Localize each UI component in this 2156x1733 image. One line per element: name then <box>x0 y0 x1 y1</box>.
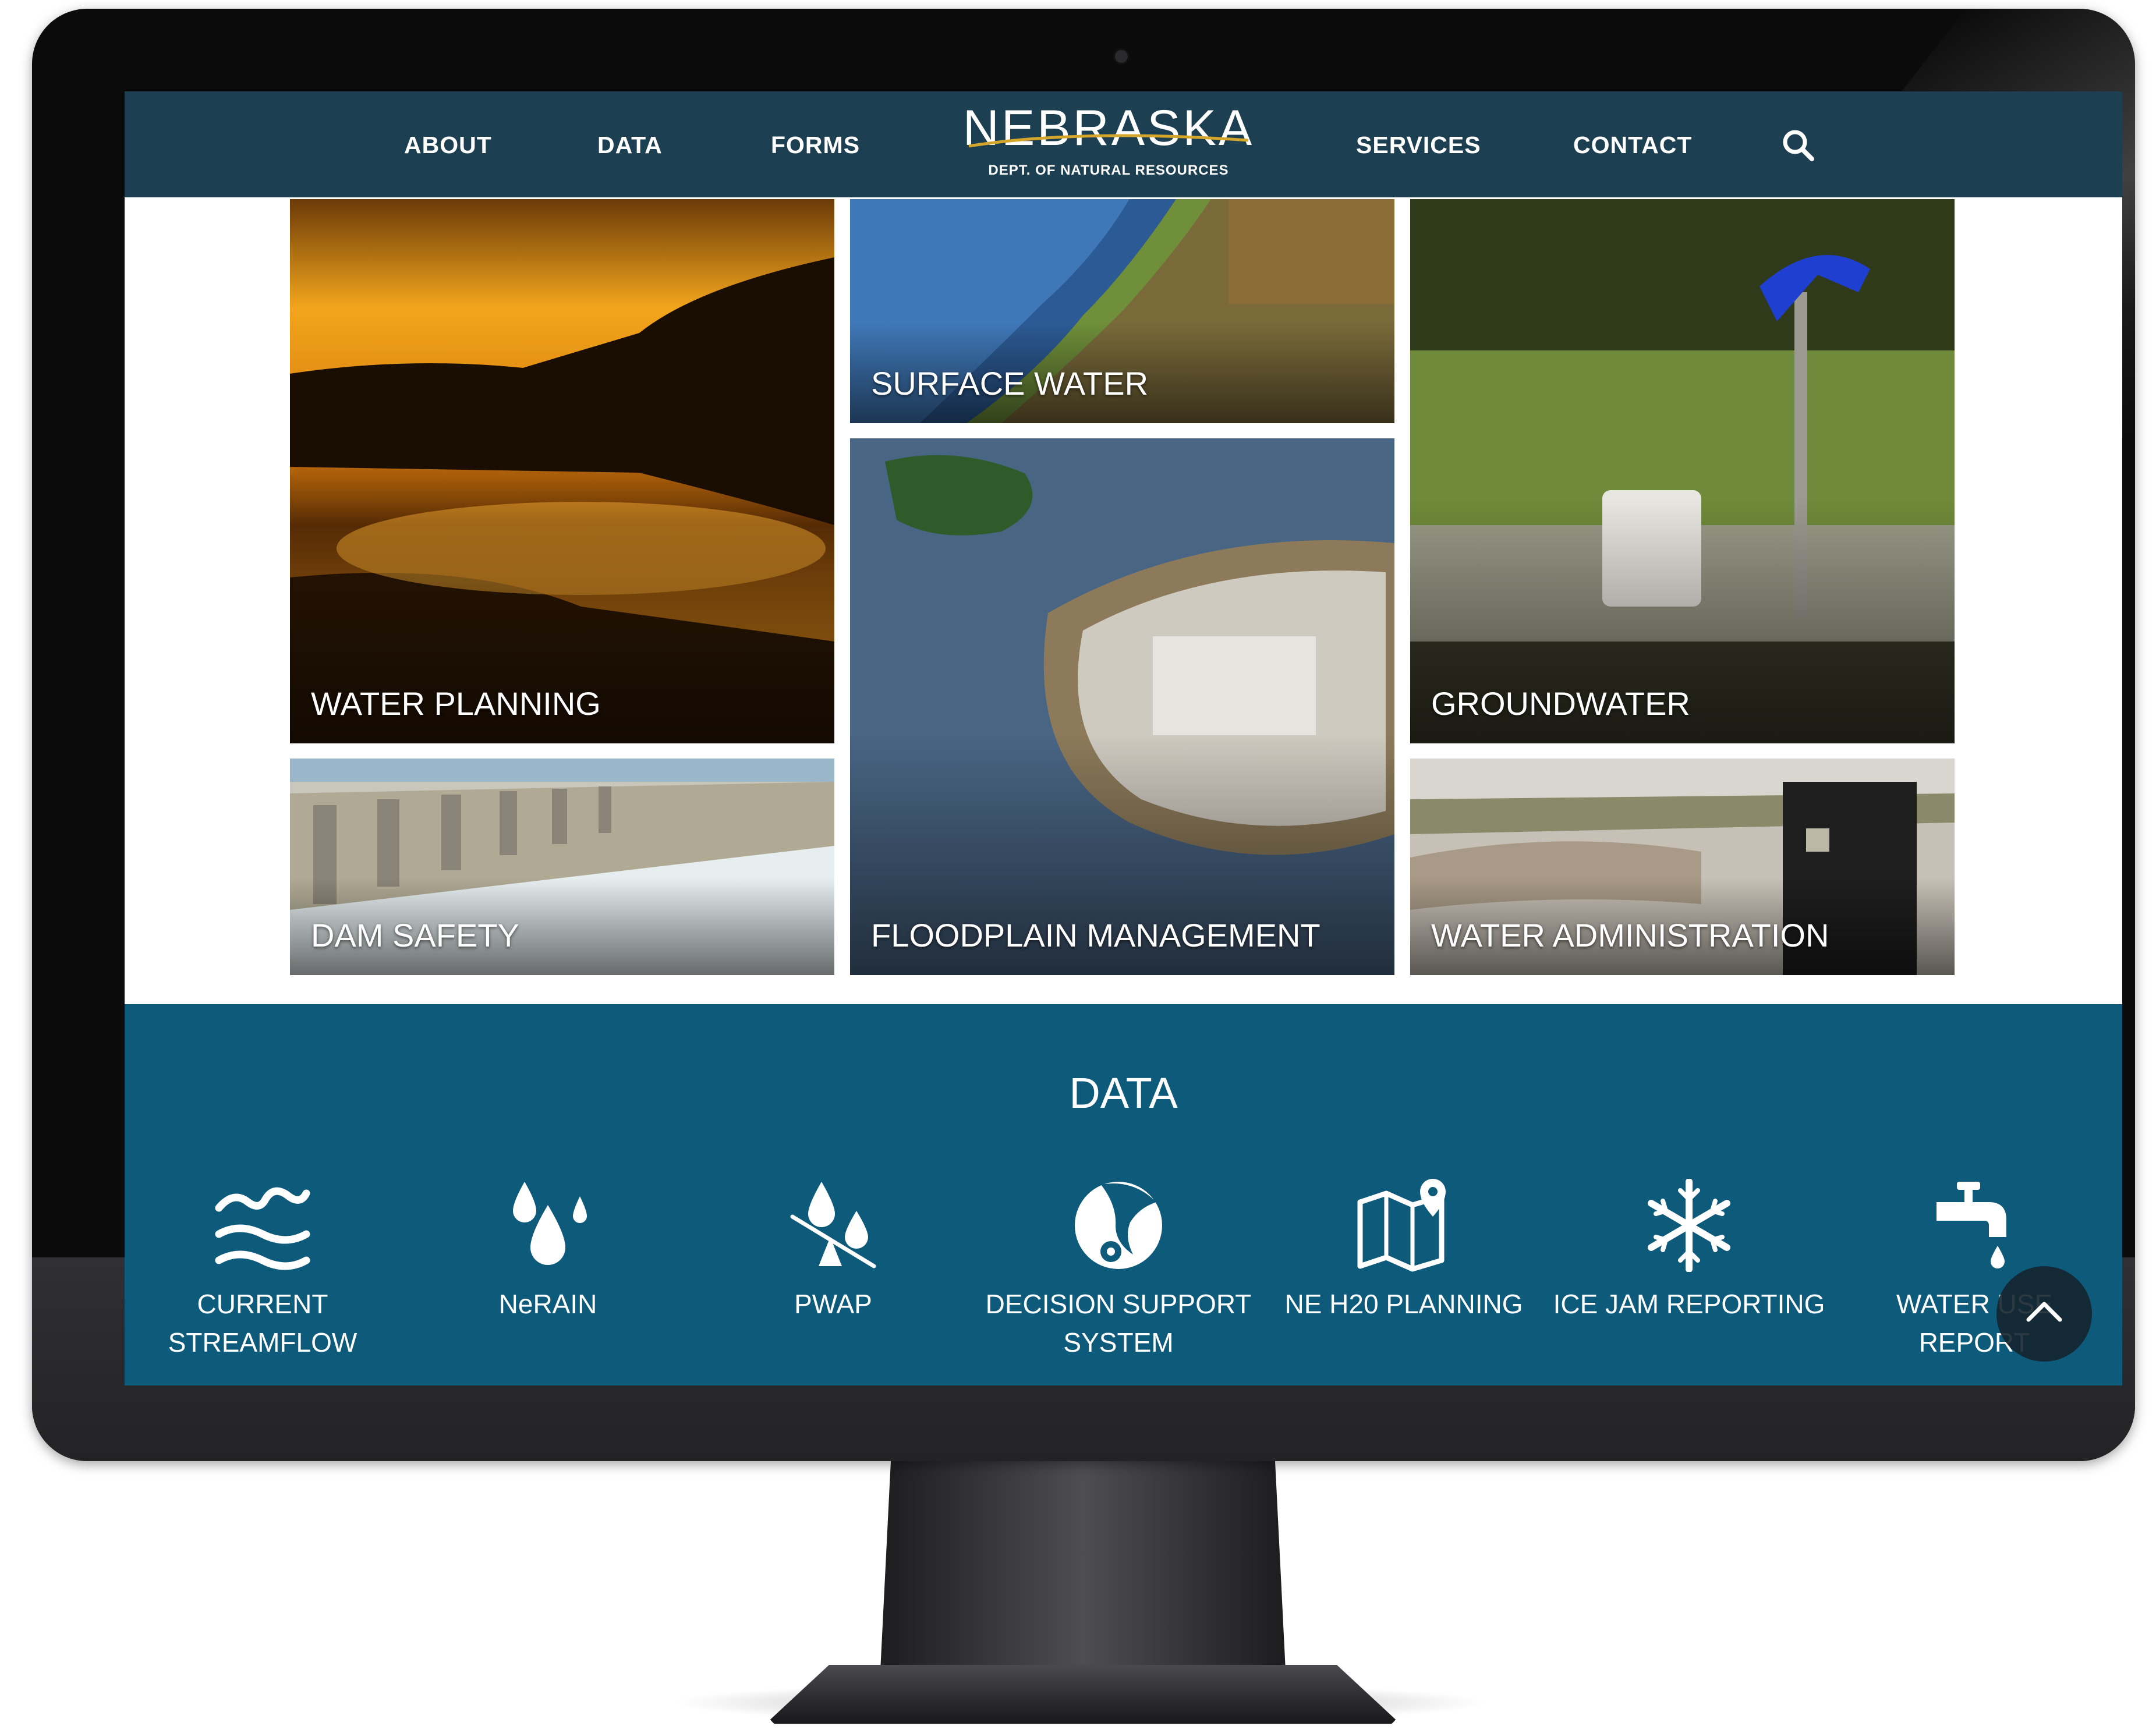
tile-label: DAM SAFETY <box>311 917 519 954</box>
data-section-title: DATA <box>1069 1069 1178 1117</box>
data-link-label: CURRENT STREAMFLOW <box>168 1289 357 1358</box>
drops-balance-icon <box>790 1182 876 1268</box>
nav-about[interactable]: ABOUT <box>404 127 492 162</box>
data-link-label: NE H20 PLANNING <box>1284 1289 1523 1319</box>
tile-label: FLOODPLAIN MANAGEMENT <box>871 917 1320 954</box>
river-map-pin-icon <box>1075 1182 1162 1269</box>
snowflake-icon <box>1648 1179 1730 1272</box>
nav-data[interactable]: DATA <box>597 127 663 162</box>
browser-viewport: ABOUT DATA FORMS NEBRASKA DEPT. OF NATUR… <box>125 91 2122 1385</box>
data-link-decision-support-system[interactable]: DECISION SUPPORT SYSTEM <box>982 1179 1255 1362</box>
data-link-label: PWAP <box>794 1289 872 1319</box>
nav-forms[interactable]: FORMS <box>771 127 860 162</box>
nebraska-dnr-logo[interactable]: NEBRASKA DEPT. OF NATURAL RESOURCES <box>957 100 1260 187</box>
tile-label: WATER ADMINISTRATION <box>1431 917 1829 954</box>
data-link-label: ICE JAM REPORTING <box>1553 1289 1825 1319</box>
data-link-ne-h20-planning[interactable]: NE H20 PLANNING <box>1267 1179 1541 1323</box>
data-link-label: NeRAIN <box>498 1289 597 1319</box>
logo-subtitle: DEPT. OF NATURAL RESOURCES <box>988 162 1229 178</box>
data-link-label: DECISION SUPPORT SYSTEM <box>985 1289 1252 1358</box>
tile-water-planning[interactable]: WATER PLANNING <box>290 199 834 743</box>
logo-swoosh <box>968 134 1249 148</box>
monitor-frame: ABOUT DATA FORMS NEBRASKA DEPT. OF NATUR… <box>32 9 2135 1461</box>
tile-label: WATER PLANNING <box>311 685 601 722</box>
water-waves-icon <box>215 1187 310 1270</box>
faucet-icon <box>1936 1182 2006 1268</box>
tile-surface-water[interactable]: SURFACE WATER <box>850 199 1394 423</box>
data-section: DATA CURRENT STREAMFLOW NeRAIN PWAP DECI… <box>125 1004 2122 1385</box>
scroll-to-top-button[interactable] <box>1996 1266 2092 1362</box>
folded-map-pin-icon <box>1357 1179 1446 1272</box>
tile-dam-safety[interactable]: DAM SAFETY <box>290 759 834 975</box>
search-icon <box>1783 130 1814 161</box>
monitor-stand-neck <box>879 1450 1287 1694</box>
webcam <box>1113 48 1130 65</box>
nav-services[interactable]: SERVICES <box>1356 127 1481 162</box>
monitor-stand-base <box>766 1665 1400 1724</box>
data-link-ice-jam-reporting[interactable]: ICE JAM REPORTING <box>1552 1179 1826 1323</box>
chevron-up-icon <box>2026 1302 2062 1322</box>
tile-water-administration[interactable]: WATER ADMINISTRATION <box>1410 759 1955 975</box>
data-link-pwap[interactable]: PWAP <box>696 1179 970 1323</box>
nav-contact[interactable]: CONTACT <box>1573 127 1692 162</box>
tile-label: GROUNDWATER <box>1431 685 1690 722</box>
raindrops-icon <box>513 1182 587 1265</box>
tile-label: SURFACE WATER <box>871 365 1149 402</box>
tile-groundwater[interactable]: GROUNDWATER <box>1410 199 1955 743</box>
search-button[interactable] <box>1778 125 1819 166</box>
tile-floodplain-management[interactable]: FLOODPLAIN MANAGEMENT <box>850 438 1394 975</box>
data-link-nerain[interactable]: NeRAIN <box>411 1179 685 1323</box>
data-link-current-streamflow[interactable]: CURRENT STREAMFLOW <box>126 1179 399 1362</box>
top-navigation: ABOUT DATA FORMS NEBRASKA DEPT. OF NATUR… <box>125 91 2122 197</box>
